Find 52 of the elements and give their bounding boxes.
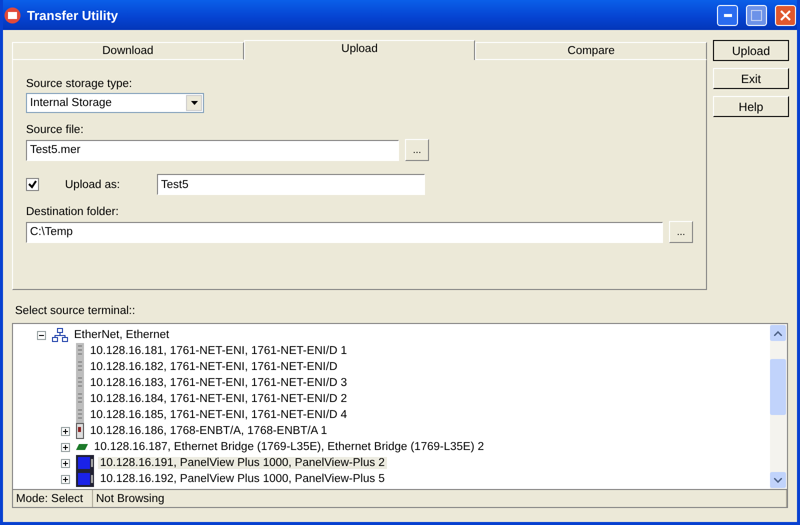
panel-icon — [76, 455, 94, 471]
tree-item[interactable]: 10.128.16.186, 1768-ENBT/A, 1768-ENBT/A 1 — [88, 425, 330, 437]
card-icon — [76, 442, 88, 452]
adapter-icon — [76, 423, 84, 439]
dialog-button[interactable]: Exit — [713, 68, 789, 89]
storage-dropdown[interactable]: Internal Storage — [26, 93, 204, 113]
field-label: Upload as: — [65, 178, 121, 190]
minimize-button[interactable] — [717, 4, 738, 26]
dialog-button[interactable]: Help — [713, 96, 789, 117]
browse-button[interactable]: ... — [669, 221, 693, 243]
expand-icon[interactable] — [61, 474, 70, 484]
tree-item[interactable]: 10.128.16.184, 1761-NET-ENI, 1761-NET-ENI/D 2 — [88, 393, 349, 405]
tree-item[interactable]: 10.128.16.191, PanelView Plus 1000, PanelView-Plus 2 — [98, 457, 387, 469]
network-icon — [52, 328, 68, 342]
tree-item[interactable]: 10.128.16.185, 1761-NET-ENI, 1761-NET-ENI/D 4 — [88, 409, 349, 421]
tree-item[interactable]: 10.128.16.187, Ethernet Bridge (1769-L35E), Ethernet Bridge (1769-L35E) 2 — [92, 441, 486, 453]
panel-icon — [76, 471, 94, 487]
close-icon — [780, 10, 791, 20]
field-label: Source storage type: — [26, 78, 134, 90]
tree-item[interactable]: 10.128.16.192, PanelView Plus 1000, PanelView-Plus 5 — [98, 473, 387, 485]
status-text: Mode: Select — [13, 490, 93, 507]
dialog-button[interactable]: Upload — [713, 40, 789, 61]
field-label: Source file: — [26, 124, 85, 136]
minimize-icon — [724, 14, 732, 16]
expand-icon[interactable] — [61, 458, 70, 468]
tab[interactable]: Upload — [244, 40, 476, 60]
status-text: Not Browsing — [93, 490, 787, 507]
window-title: Transfer Utility — [27, 8, 120, 22]
maximize-button[interactable] — [746, 4, 767, 26]
caret-icon — [190, 101, 198, 105]
tab[interactable]: Compare — [475, 42, 708, 60]
app-icon — [4, 6, 21, 24]
checkbox[interactable] — [26, 178, 39, 191]
input-field[interactable]: Test5 — [157, 174, 425, 195]
collapse-icon[interactable] — [37, 330, 46, 340]
scrollbar[interactable] — [770, 324, 787, 489]
scroll-down-icon — [774, 478, 782, 482]
input-field[interactable]: C:\Temp — [26, 222, 663, 242]
section-label: Select source terminal:: — [15, 305, 136, 317]
field-label: Destination folder: — [26, 206, 120, 218]
tree-item[interactable]: 10.128.16.183, 1761-NET-ENI, 1761-NET-ENI/D 3 — [88, 377, 349, 389]
scroll-up-icon — [774, 330, 782, 336]
tree-item[interactable]: 10.128.16.181, 1761-NET-ENI, 1761-NET-ENI/D 1 — [88, 345, 349, 357]
maximize-icon — [751, 10, 762, 20]
close-button[interactable] — [775, 4, 796, 26]
browse-button[interactable]: ... — [405, 139, 429, 161]
input-field[interactable]: Test5.mer — [26, 140, 399, 160]
expand-icon[interactable] — [61, 442, 70, 452]
tree-item[interactable]: EtherNet, Ethernet — [72, 329, 172, 341]
expand-icon[interactable] — [61, 426, 70, 436]
tab[interactable]: Download — [12, 42, 244, 60]
tree-item[interactable]: 10.128.16.182, 1761-NET-ENI, 1761-NET-ENI/D — [88, 361, 340, 373]
